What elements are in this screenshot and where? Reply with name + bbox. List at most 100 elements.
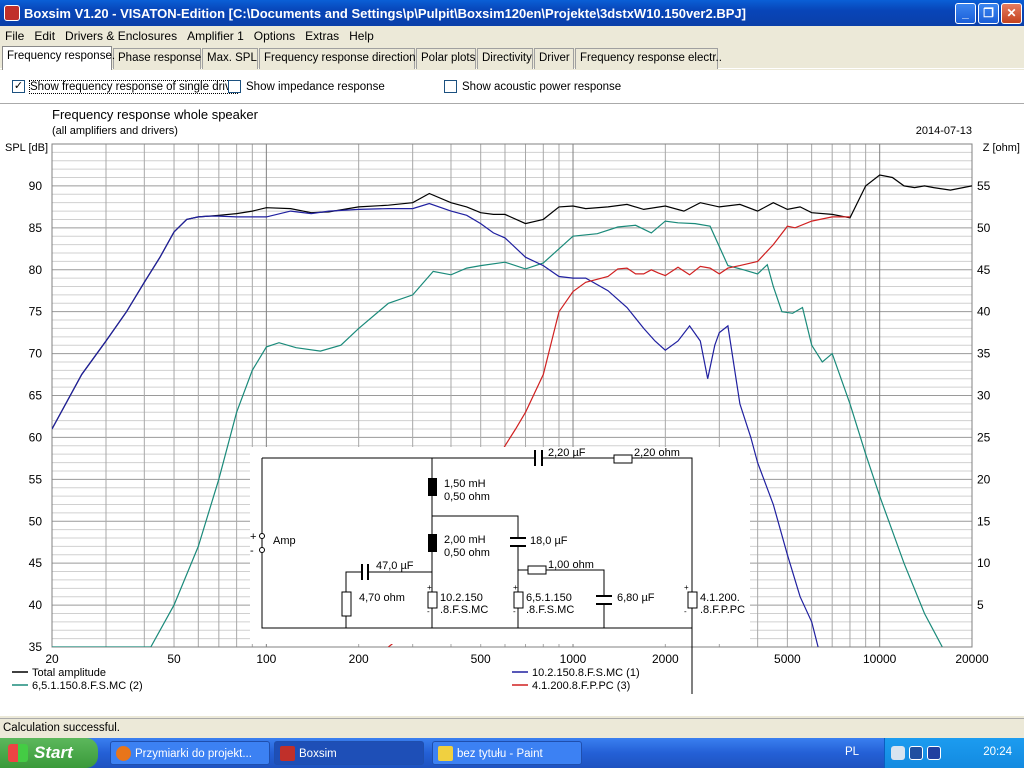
- driver-2-minus: -: [513, 607, 516, 616]
- impedance-option[interactable]: Show impedance response: [228, 80, 385, 93]
- y-tick-label: 55: [29, 472, 43, 486]
- start-button[interactable]: Start: [0, 738, 98, 768]
- legend-label: 6,5.1.150.8.F.S.MC (2): [32, 680, 143, 692]
- y2-tick-label: 20: [977, 472, 991, 486]
- y-tick-label: 35: [29, 640, 43, 654]
- driver-2-symbol: [513, 591, 524, 609]
- impedance-checkbox[interactable]: [228, 80, 241, 93]
- menu-edit[interactable]: Edit: [29, 29, 60, 43]
- tab-frequency-response[interactable]: Frequency response.: [2, 46, 115, 70]
- x-tick-label: 500: [471, 652, 491, 666]
- driver-2-plus: +: [513, 583, 518, 592]
- driver-3-plus: +: [684, 583, 689, 592]
- y2-tick-label: 50: [977, 221, 991, 235]
- start-label: Start: [34, 743, 73, 762]
- woofer-capacitor-label: 47,0 µF: [376, 560, 414, 572]
- driver-2-label-line2: .8.F.S.MC: [526, 604, 574, 616]
- y2-tick-label: 15: [977, 514, 991, 528]
- x-tick-label: 1000: [560, 652, 587, 666]
- y2-tick-label: 5: [977, 598, 984, 612]
- menu-drivers-enclosures[interactable]: Drivers & Enclosures: [60, 29, 182, 43]
- tab-max-spl[interactable]: Max. SPL: [202, 48, 258, 69]
- task-boxsim-label: Boxsim: [299, 748, 337, 760]
- l1-resistance-label: 0,50 ohm: [444, 491, 490, 503]
- y-axis-label: SPL [dB]: [5, 142, 48, 154]
- single-driver-label: Show frequency response of single drive: [28, 79, 239, 94]
- menu-amplifier[interactable]: Amplifier 1: [182, 29, 249, 43]
- acoustic-power-checkbox[interactable]: [444, 80, 457, 93]
- y2-axis-label: Z [ohm]: [983, 142, 1020, 154]
- tab-directivity[interactable]: Directivity: [477, 48, 533, 69]
- safely-remove-icon[interactable]: [909, 746, 923, 760]
- window-title: Boxsim V1.20 - VISATON-Edition [C:\Docum…: [24, 5, 746, 21]
- y2-tick-label: 25: [977, 430, 991, 444]
- firefox-icon: [116, 746, 131, 761]
- maximize-button[interactable]: ❐: [978, 3, 999, 24]
- x-tick-label: 100: [256, 652, 276, 666]
- driver-2-label-line1: 6,5.1.150: [526, 592, 572, 604]
- driver-1-label-line2: .8.F.S.MC: [440, 604, 488, 616]
- y-tick-label: 60: [29, 430, 43, 444]
- menu-extras[interactable]: Extras: [300, 29, 344, 43]
- y-tick-label: 85: [29, 221, 43, 235]
- driver-3-symbol: [687, 591, 698, 609]
- x-tick-label: 20: [45, 652, 59, 666]
- taskbar: Start Przymiarki do projekt... Boxsim be…: [0, 738, 1024, 768]
- task-firefox[interactable]: Przymiarki do projekt...: [110, 741, 270, 765]
- amp-plus-sign: +: [250, 531, 256, 543]
- x-tick-label: 2000: [652, 652, 679, 666]
- chart-area: Frequency response whole speaker (all am…: [0, 104, 1024, 716]
- acoustic-power-label: Show acoustic power response: [462, 80, 622, 93]
- tab-frequency-response-electr[interactable]: Frequency response electr..: [575, 48, 722, 69]
- chart-title: Frequency response whole speaker: [52, 107, 259, 122]
- tab-driver[interactable]: Driver: [534, 48, 574, 69]
- security-shield-icon[interactable]: [927, 746, 941, 760]
- close-button[interactable]: ✕: [1001, 3, 1022, 24]
- x-tick-label: 5000: [774, 652, 801, 666]
- menu-options[interactable]: Options: [249, 29, 300, 43]
- inductor-l1: [428, 478, 437, 496]
- x-tick-label: 200: [349, 652, 369, 666]
- l1-value-label: 1,50 mH: [444, 478, 486, 490]
- y2-tick-label: 35: [977, 347, 991, 361]
- task-paint-label: bez tytułu - Paint: [457, 748, 543, 760]
- status-text: Calculation successful.: [3, 722, 120, 734]
- menu-help[interactable]: Help: [344, 29, 379, 43]
- paint-icon: [438, 746, 453, 761]
- y-tick-label: 90: [29, 179, 43, 193]
- task-paint[interactable]: bez tytułu - Paint: [432, 741, 582, 765]
- driver-1-symbol: [427, 591, 438, 609]
- chart-subtitle: (all amplifiers and drivers): [52, 125, 178, 137]
- amp-minus-sign: -: [250, 545, 254, 557]
- single-driver-option[interactable]: ✓ Show frequency response of single driv…: [12, 79, 239, 94]
- mid-resistor-label: 1,00 ohm: [548, 559, 594, 571]
- y2-tick-label: 55: [977, 179, 991, 193]
- y2-tick-label: 30: [977, 389, 991, 403]
- x-tick-label: 10000: [863, 652, 897, 666]
- x-tick-label: 50: [167, 652, 181, 666]
- legend-label: Total amplitude: [32, 667, 106, 679]
- single-driver-checkbox[interactable]: ✓: [12, 80, 25, 93]
- acoustic-power-option[interactable]: Show acoustic power response: [444, 80, 621, 93]
- tweeter-resistor: [613, 454, 633, 464]
- mid-resistor: [527, 565, 547, 575]
- tab-phase-response[interactable]: Phase response: [113, 48, 201, 69]
- tab-frequency-response-directions[interactable]: Frequency response directions: [259, 48, 421, 69]
- windows-flag-icon: [8, 744, 28, 762]
- x-tick-label: 20000: [955, 652, 989, 666]
- language-indicator[interactable]: PL: [845, 746, 859, 758]
- frequency-response-chart: Frequency response whole speaker (all am…: [5, 107, 1020, 694]
- minimize-button[interactable]: _: [955, 3, 976, 24]
- system-tray: PL 20:24: [845, 738, 1024, 768]
- y-tick-label: 65: [29, 389, 43, 403]
- task-boxsim[interactable]: Boxsim: [274, 741, 424, 765]
- tab-strip: Frequency response. Phase response Max. …: [0, 46, 1024, 70]
- menu-file[interactable]: File: [0, 29, 29, 43]
- y2-tick-label: 10: [977, 556, 991, 570]
- keyboard-icon[interactable]: [891, 746, 905, 760]
- app-icon: [4, 5, 20, 21]
- y-tick-label: 50: [29, 514, 43, 528]
- tab-polar-plots[interactable]: Polar plots: [416, 48, 476, 69]
- l2-value-label: 2,00 mH: [444, 534, 486, 546]
- impedance-label: Show impedance response: [246, 80, 385, 93]
